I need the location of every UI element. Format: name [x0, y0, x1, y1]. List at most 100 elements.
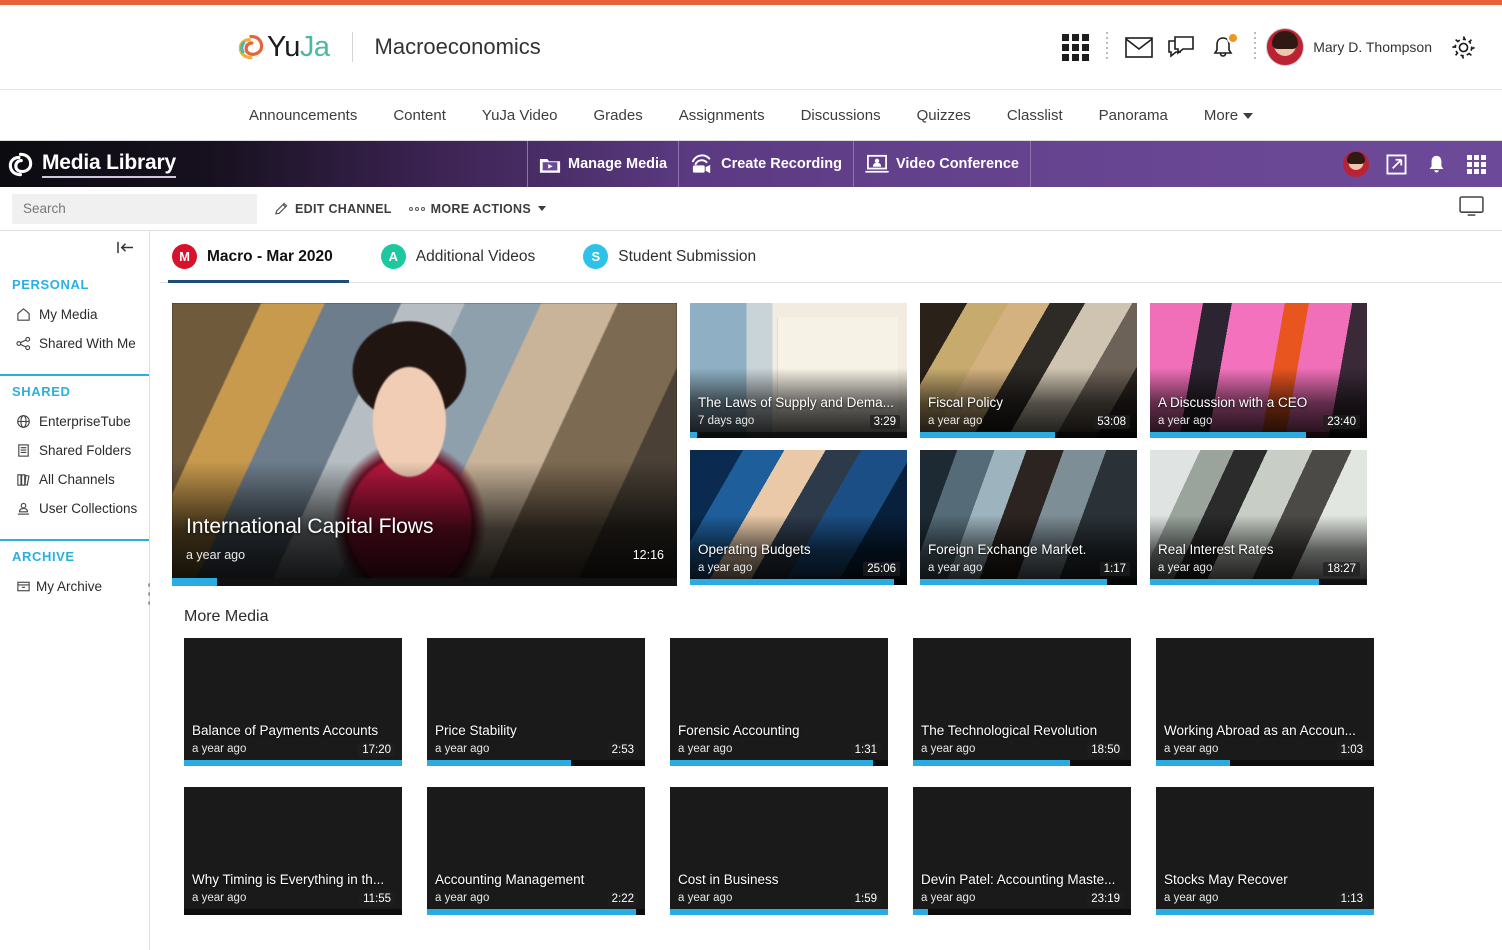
display-mode-icon[interactable]	[1459, 196, 1484, 221]
card-title: Cost in Business	[678, 872, 779, 887]
sidebar: PERSONAL My Media Shared With Me SHARED	[0, 231, 152, 950]
card-title: Working Abroad as an Accoun...	[1164, 723, 1356, 738]
course-nav: Announcements Content YuJa Video Grades …	[0, 90, 1502, 141]
card-duration: 1:17	[1099, 562, 1130, 576]
card-date: a year ago	[678, 743, 733, 755]
card-duration: 18:50	[1087, 743, 1124, 757]
card-date: a year ago	[192, 892, 247, 904]
nav-item-quizzes[interactable]: Quizzes	[899, 107, 989, 124]
video-card[interactable]: Cost in Business a year ago 1:59	[670, 787, 888, 915]
card-duration: 25:06	[863, 562, 900, 576]
video-card[interactable]: Foreign Exchange Market. a year ago 1:17	[920, 450, 1137, 585]
nav-item-content[interactable]: Content	[375, 107, 464, 124]
video-card[interactable]: Working Abroad as an Accoun... a year ag…	[1156, 638, 1374, 766]
nav-item-grades[interactable]: Grades	[576, 107, 661, 124]
video-card[interactable]: Devin Patel: Accounting Maste... a year …	[913, 787, 1131, 915]
card-progress-track	[690, 432, 907, 438]
card-title: Price Stability	[435, 723, 517, 738]
video-conference-button[interactable]: Video Conference	[854, 141, 1032, 187]
more-actions-label: MORE ACTIONS	[430, 201, 532, 216]
sidebar-group-personal: PERSONAL My Media Shared With Me	[0, 269, 149, 368]
sidebar-label-my-media: My Media	[39, 307, 98, 322]
sidebar-item-all-channels[interactable]: All Channels	[0, 465, 149, 494]
card-progress-bar	[1156, 760, 1231, 766]
create-recording-button[interactable]: Create Recording	[679, 141, 854, 187]
more-media-grid: Balance of Payments Accounts a year ago …	[172, 638, 1502, 915]
nav-item-announcements[interactable]: Announcements	[231, 107, 375, 124]
user-avatar[interactable]	[1266, 28, 1305, 66]
channel-tabs: M Macro - Mar 2020 A Additional Videos S…	[160, 231, 1502, 283]
media-library-title-wrap[interactable]: Media Library	[8, 151, 176, 178]
featured-video-card[interactable]: International Capital Flows a year ago 1…	[172, 303, 677, 586]
video-card[interactable]: Fiscal Policy a year ago 53:08	[920, 303, 1137, 438]
header-divider-1	[1106, 32, 1109, 62]
featured-progress-track	[172, 578, 677, 586]
sidebar-item-user-collections[interactable]: User Collections	[0, 494, 149, 523]
open-external-icon[interactable]	[1378, 146, 1414, 182]
card-title: Fiscal Policy	[928, 395, 1004, 410]
featured-duration: 12:16	[632, 548, 664, 562]
app-grid-icon[interactable]	[1054, 26, 1096, 68]
more-media-row-2: Why Timing is Everything in th... a year…	[184, 787, 1502, 915]
yuja-swirl-icon	[238, 34, 264, 60]
card-duration: 53:08	[1093, 415, 1130, 429]
media-bar-bell-icon[interactable]	[1418, 146, 1454, 182]
media-bar-app-grid-icon[interactable]	[1458, 146, 1494, 182]
card-date: a year ago	[921, 892, 976, 904]
media-grid-area: International Capital Flows a year ago 1…	[160, 283, 1502, 915]
chat-icon[interactable]	[1160, 26, 1202, 68]
card-date: a year ago	[678, 892, 733, 904]
nav-item-panorama[interactable]: Panorama	[1081, 107, 1186, 124]
card-date: a year ago	[1164, 892, 1219, 904]
more-actions-button[interactable]: MORE ACTIONS	[408, 201, 547, 216]
video-card[interactable]: Accounting Management a year ago 2:22	[427, 787, 645, 915]
card-date: a year ago	[1164, 743, 1219, 755]
tab-student-submission[interactable]: S Student Submission	[583, 231, 756, 283]
sidebar-item-shared-with-me[interactable]: Shared With Me	[0, 329, 149, 358]
card-progress-bar	[670, 909, 888, 915]
nav-item-yuja-video[interactable]: YuJa Video	[464, 107, 576, 124]
search-input[interactable]	[12, 193, 257, 224]
video-card[interactable]: Forensic Accounting a year ago 1:31	[670, 638, 888, 766]
nav-item-assignments[interactable]: Assignments	[661, 107, 783, 124]
video-card[interactable]: A Discussion with a CEO a year ago 23:40	[1150, 303, 1367, 438]
manage-media-button[interactable]: Manage Media	[527, 141, 680, 187]
archive-icon	[17, 581, 30, 592]
card-progress-bar	[1156, 909, 1374, 915]
video-card[interactable]: Balance of Payments Accounts a year ago …	[184, 638, 402, 766]
sidebar-item-my-media[interactable]: My Media	[0, 300, 149, 329]
video-card[interactable]: Price Stability a year ago 2:53	[427, 638, 645, 766]
tab-label-student-submission: Student Submission	[618, 247, 757, 265]
video-card[interactable]: Why Timing is Everything in th... a year…	[184, 787, 402, 915]
tab-additional-videos[interactable]: A Additional Videos	[380, 231, 535, 283]
top-card-grid: The Laws of Supply and Dema... 7 days ag…	[690, 303, 1367, 586]
card-progress-bar	[427, 760, 571, 766]
media-library-right-tools	[1338, 146, 1494, 182]
mail-icon[interactable]	[1118, 26, 1160, 68]
card-date: 7 days ago	[698, 415, 755, 427]
card-duration: 23:19	[1087, 892, 1124, 906]
video-card[interactable]: Stocks May Recover a year ago 1:13	[1156, 787, 1374, 915]
media-library-actions: Manage Media Create Recording Video Conf…	[527, 141, 1032, 187]
tab-macro-mar-2020[interactable]: M Macro - Mar 2020	[168, 231, 349, 283]
yuja-logo[interactable]: YuJa	[238, 31, 330, 64]
collapse-sidebar-icon[interactable]	[116, 240, 135, 260]
card-progress-bar	[920, 432, 1055, 438]
sidebar-item-enterprisetube[interactable]: EnterpriseTube	[0, 407, 149, 436]
notification-bell-icon[interactable]	[1202, 26, 1244, 68]
video-card[interactable]: The Laws of Supply and Dema... 7 days ag…	[690, 303, 907, 438]
nav-item-discussions[interactable]: Discussions	[783, 107, 899, 124]
folder-icon	[18, 444, 29, 457]
sidebar-item-my-archive[interactable]: My Archive	[0, 572, 149, 601]
video-card[interactable]: Real Interest Rates a year ago 18:27	[1150, 450, 1367, 585]
nav-item-classlist[interactable]: Classlist	[989, 107, 1081, 124]
pencil-icon	[275, 202, 288, 215]
media-bar-avatar[interactable]	[1338, 146, 1374, 182]
user-name: Mary D. Thompson	[1313, 39, 1432, 55]
edit-channel-button[interactable]: EDIT CHANNEL	[274, 201, 392, 216]
settings-gear-icon[interactable]	[1442, 26, 1484, 68]
sidebar-item-shared-folders[interactable]: Shared Folders	[0, 436, 149, 465]
nav-item-more[interactable]: More	[1186, 107, 1271, 124]
video-card[interactable]: Operating Budgets a year ago 25:06	[690, 450, 907, 585]
video-card[interactable]: The Technological Revolution a year ago …	[913, 638, 1131, 766]
